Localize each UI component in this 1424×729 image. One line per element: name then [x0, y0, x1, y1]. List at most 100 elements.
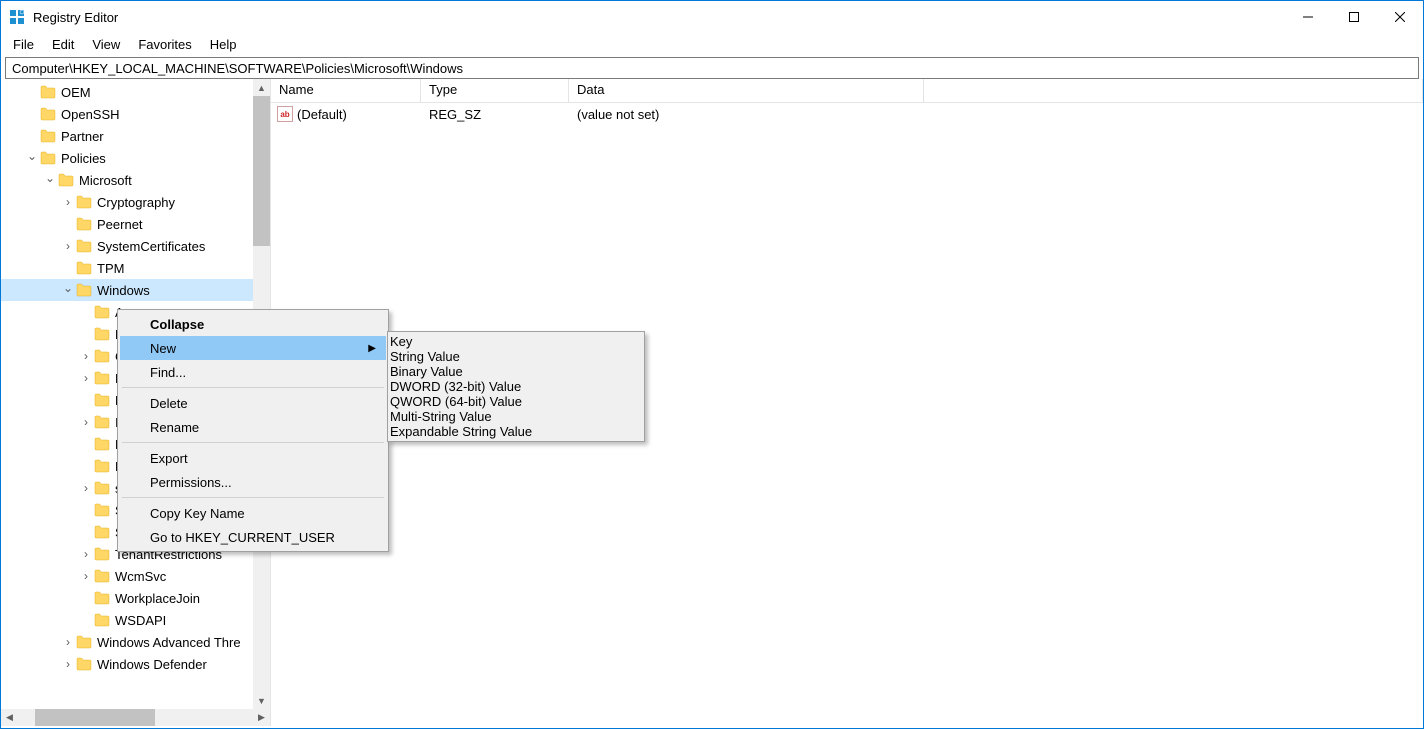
menu-item[interactable]: Collapse	[120, 312, 386, 336]
chevron-down-icon[interactable]: ⌄	[61, 281, 75, 295]
chevron-right-icon[interactable]: ›	[79, 349, 93, 363]
menu-item-label: Find...	[150, 365, 186, 380]
chevron-right-icon[interactable]: ›	[61, 635, 75, 649]
chevron-down-icon[interactable]: ⌄	[25, 149, 39, 163]
submenu-new: KeyString ValueBinary ValueDWORD (32-bit…	[387, 331, 645, 442]
menu-item[interactable]: String Value	[390, 349, 642, 364]
menu-file[interactable]: File	[5, 35, 42, 54]
tree-item[interactable]: ›Windows Defender	[1, 653, 270, 675]
minimize-button[interactable]	[1285, 1, 1331, 33]
menu-item-label: QWORD (64-bit) Value	[390, 394, 522, 409]
menu-item-label: String Value	[390, 349, 460, 364]
value-data: (value not set)	[569, 107, 1423, 122]
column-name[interactable]: Name	[271, 79, 421, 102]
scroll-right-button[interactable]: ▶	[253, 709, 270, 726]
folder-icon	[93, 392, 111, 408]
tree-item[interactable]: WorkplaceJoin	[1, 587, 270, 609]
value-row[interactable]: ab(Default)REG_SZ(value not set)	[271, 103, 1423, 125]
menu-item[interactable]: Binary Value	[390, 364, 642, 379]
folder-icon	[75, 216, 93, 232]
tree-item-label: Cryptography	[97, 195, 175, 210]
folder-icon	[75, 260, 93, 276]
menu-item[interactable]: New▶	[120, 336, 386, 360]
menu-item[interactable]: Key	[390, 334, 642, 349]
menu-item-label: New	[150, 341, 176, 356]
close-button[interactable]	[1377, 1, 1423, 33]
folder-icon	[39, 128, 57, 144]
menu-item[interactable]: Rename	[120, 415, 386, 439]
chevron-right-icon[interactable]: ›	[79, 371, 93, 385]
tree-item-label: Windows Advanced Thre	[97, 635, 241, 650]
folder-icon	[93, 414, 111, 430]
menu-help[interactable]: Help	[202, 35, 245, 54]
chevron-right-icon[interactable]: ›	[79, 547, 93, 561]
tree-item[interactable]: › SystemCertificates	[1, 235, 270, 257]
tree-item[interactable]: OpenSSH	[1, 103, 270, 125]
chevron-right-icon[interactable]: ›	[61, 657, 75, 671]
column-type[interactable]: Type	[421, 79, 569, 102]
menu-item-label: Key	[390, 334, 412, 349]
chevron-right-icon[interactable]: ›	[61, 239, 75, 253]
tree-item[interactable]: WSDAPI	[1, 609, 270, 631]
folder-icon	[93, 524, 111, 540]
menu-item[interactable]: DWORD (32-bit) Value	[390, 379, 642, 394]
column-spacer	[924, 79, 1423, 102]
tree-item[interactable]: TPM	[1, 257, 270, 279]
tree-item[interactable]: Partner	[1, 125, 270, 147]
tree-item[interactable]: OEM	[1, 81, 270, 103]
chevron-right-icon[interactable]: ›	[79, 569, 93, 583]
menu-item[interactable]: Multi-String Value	[390, 409, 642, 424]
column-data[interactable]: Data	[569, 79, 924, 102]
tree-item-label: Peernet	[97, 217, 143, 232]
folder-icon	[93, 370, 111, 386]
tree-item-label: Windows	[97, 283, 150, 298]
folder-icon	[39, 106, 57, 122]
scroll-up-button[interactable]: ▲	[253, 79, 270, 96]
tree-item-label: SystemCertificates	[97, 239, 205, 254]
chevron-right-icon[interactable]: ›	[79, 481, 93, 495]
folder-icon	[39, 150, 57, 166]
menu-item-label: Permissions...	[150, 475, 232, 490]
menu-view[interactable]: View	[84, 35, 128, 54]
menu-item[interactable]: Export	[120, 446, 386, 470]
app-icon	[9, 9, 25, 25]
menu-item[interactable]: Expandable String Value	[390, 424, 642, 439]
menu-item[interactable]: Go to HKEY_CURRENT_USER	[120, 525, 386, 549]
tree-item[interactable]: › Windows Advanced Thre	[1, 631, 270, 653]
chevron-right-icon[interactable]: ›	[79, 415, 93, 429]
menu-edit[interactable]: Edit	[44, 35, 82, 54]
tree-item[interactable]: ⌄ Policies	[1, 147, 270, 169]
window-title: Registry Editor	[33, 10, 118, 25]
scroll-down-button[interactable]: ▼	[253, 692, 270, 709]
tree-item[interactable]: ⌄Microsoft	[1, 169, 270, 191]
menu-favorites[interactable]: Favorites	[130, 35, 199, 54]
scroll-thumb-vertical[interactable]	[253, 96, 270, 246]
folder-icon	[93, 458, 111, 474]
folder-icon	[93, 348, 111, 364]
folder-icon	[39, 84, 57, 100]
menu-item[interactable]: Delete	[120, 391, 386, 415]
maximize-button[interactable]	[1331, 1, 1377, 33]
menu-item[interactable]: Permissions...	[120, 470, 386, 494]
scroll-left-button[interactable]: ◀	[1, 709, 18, 726]
chevron-down-icon[interactable]: ⌄	[43, 171, 57, 185]
menu-item[interactable]: QWORD (64-bit) Value	[390, 394, 642, 409]
menu-separator	[122, 442, 384, 443]
tree-item[interactable]: Peernet	[1, 213, 270, 235]
tree-item-label: Policies	[61, 151, 106, 166]
tree-scrollbar-horizontal[interactable]: ◀ ▶	[1, 709, 270, 726]
folder-icon	[93, 590, 111, 606]
chevron-right-icon[interactable]: ›	[61, 195, 75, 209]
menu-item-label: Expandable String Value	[390, 424, 532, 439]
tree-item[interactable]: › Cryptography	[1, 191, 270, 213]
folder-icon	[75, 194, 93, 210]
scroll-thumb-horizontal[interactable]	[35, 709, 155, 726]
menu-item[interactable]: Copy Key Name	[120, 501, 386, 525]
tree-item[interactable]: ⌄ Windows	[1, 279, 270, 301]
list-header: Name Type Data	[271, 79, 1423, 103]
menu-item[interactable]: Find...	[120, 360, 386, 384]
tree-item[interactable]: ›WcmSvc	[1, 565, 270, 587]
address-bar[interactable]: Computer\HKEY_LOCAL_MACHINE\SOFTWARE\Pol…	[5, 57, 1419, 79]
value-type: REG_SZ	[421, 107, 569, 122]
folder-icon	[57, 172, 75, 188]
